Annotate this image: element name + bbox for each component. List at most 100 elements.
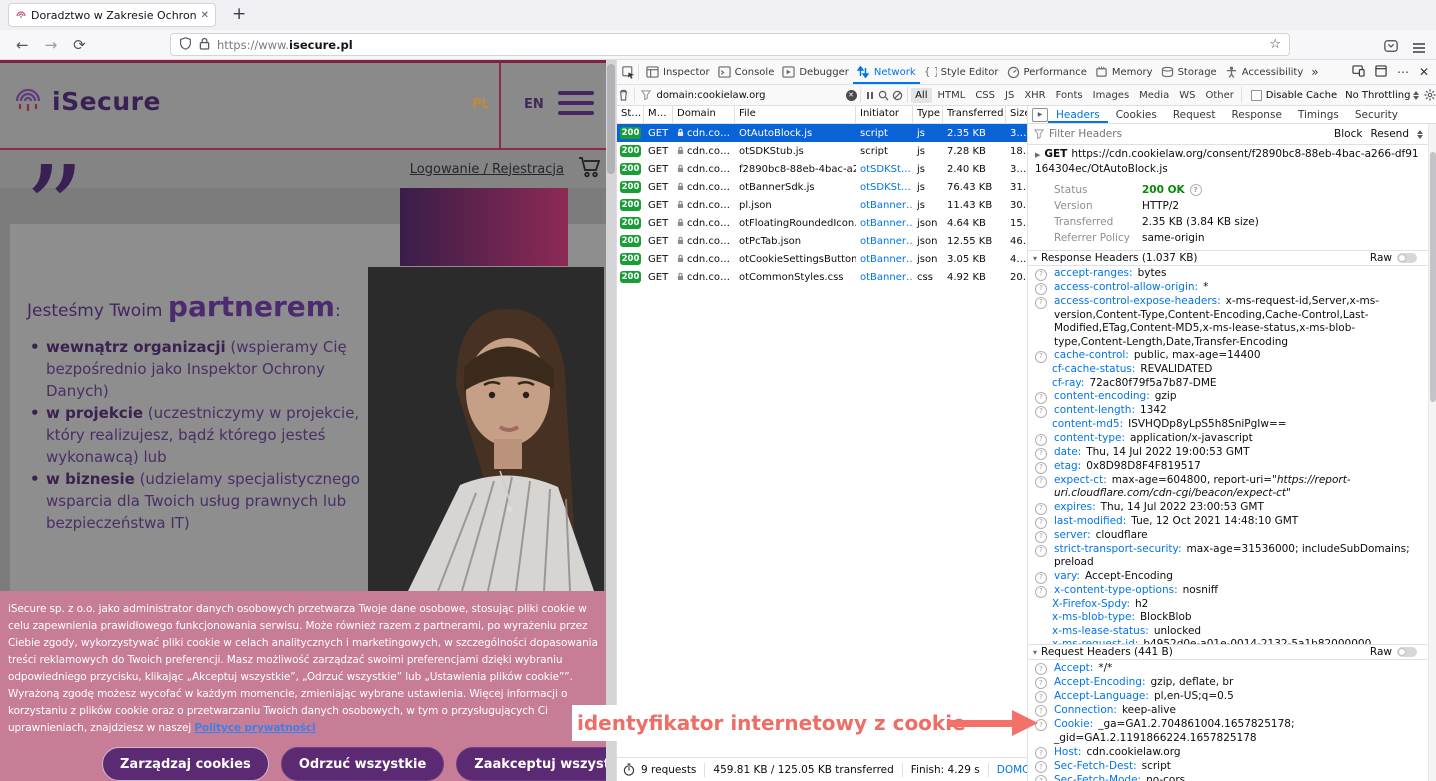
lock-icon[interactable] xyxy=(199,37,210,53)
initiator-text[interactable]: otBanner… xyxy=(860,254,913,265)
header-name[interactable]: strict-transport-security: xyxy=(1054,543,1182,555)
request-row[interactable]: 200GETcdn.co…otBannerSdk.jsotSDKSt…js76.… xyxy=(617,178,1027,196)
more-tabs-icon[interactable]: » xyxy=(1311,65,1318,79)
cookie-button-2[interactable]: Odrzuć wszystkie xyxy=(281,747,444,781)
initiator-text[interactable]: otSDKSt… xyxy=(860,182,911,193)
header-name[interactable]: cf-ray: xyxy=(1052,377,1084,389)
header-name[interactable]: x-ms-blob-type: xyxy=(1052,611,1135,623)
help-icon[interactable]: ? xyxy=(1035,406,1047,418)
header-name[interactable]: cache-control: xyxy=(1054,349,1129,361)
devtools-tab-storage[interactable]: Storage xyxy=(1157,60,1221,84)
type-filter-ws[interactable]: WS xyxy=(1175,88,1199,103)
devtools-tab-performance[interactable]: Performance xyxy=(1003,60,1091,84)
cookie-button-1[interactable]: Zarządzaj cookies xyxy=(102,747,269,781)
raw-toggle[interactable] xyxy=(1397,253,1417,263)
help-icon[interactable]: ? xyxy=(1035,677,1047,689)
back-button[interactable]: ← xyxy=(16,36,29,54)
type-filter-js[interactable]: JS xyxy=(1001,88,1018,103)
separate-window-icon[interactable] xyxy=(1375,65,1387,80)
help-icon[interactable]: ? xyxy=(1190,184,1202,196)
devtools-tab-debugger[interactable]: Debugger xyxy=(778,60,853,84)
type-filter-images[interactable]: Images xyxy=(1089,88,1134,103)
request-row[interactable]: 200GETcdn.co…otCookieSettingsButton.json… xyxy=(617,250,1027,268)
header-name[interactable]: content-encoding: xyxy=(1054,390,1150,402)
help-icon[interactable]: ? xyxy=(1035,269,1047,281)
header-name[interactable]: Accept-Language: xyxy=(1054,690,1149,702)
column-header-1[interactable]: M… xyxy=(644,106,673,123)
type-filter-media[interactable]: Media xyxy=(1135,88,1173,103)
block-button[interactable]: Block xyxy=(1334,128,1362,140)
header-name[interactable]: expires: xyxy=(1054,501,1096,513)
type-filter-all[interactable]: All xyxy=(911,88,931,103)
response-headers-section-header[interactable]: ▾ Response Headers (1.037 KB) Raw xyxy=(1028,250,1429,266)
collapse-icon[interactable]: ▾ xyxy=(1033,648,1037,657)
tab-close-icon[interactable]: ✕ xyxy=(201,10,209,21)
help-icon[interactable]: ? xyxy=(1035,476,1047,488)
help-icon[interactable]: ? xyxy=(1035,572,1047,584)
expand-request-icon[interactable]: ▶ xyxy=(1035,151,1040,159)
bookmark-star-icon[interactable]: ☆ xyxy=(1269,37,1281,52)
initiator-text[interactable]: otBanner… xyxy=(860,218,913,229)
devtools-tab-network[interactable]: Network xyxy=(853,60,920,84)
block-request-icon[interactable] xyxy=(891,90,905,101)
help-icon[interactable]: ? xyxy=(1035,586,1047,598)
header-name[interactable]: access-control-expose-headers: xyxy=(1054,295,1221,307)
detail-tab-timings[interactable]: Timings xyxy=(1290,106,1347,123)
column-header-6[interactable]: Transferred xyxy=(943,106,1006,123)
collapse-icon[interactable]: ▾ xyxy=(1033,254,1037,263)
header-name[interactable]: content-type: xyxy=(1054,432,1125,444)
detail-tab-cookies[interactable]: Cookies xyxy=(1108,106,1165,123)
clear-requests-icon[interactable] xyxy=(617,89,631,101)
request-row[interactable]: 200GETcdn.co…otCommonStyles.cssotBanner…… xyxy=(617,268,1027,286)
throttling-dropdown[interactable]: No Throttling xyxy=(1345,90,1419,101)
devtools-tab-console[interactable]: Console xyxy=(714,60,779,84)
shield-icon[interactable] xyxy=(179,37,192,53)
login-register-link[interactable]: Logowanie / Rejestracja xyxy=(410,162,564,177)
url-bar[interactable]: https://www.isecure.pl ☆ xyxy=(170,33,1290,56)
help-icon[interactable]: ? xyxy=(1035,775,1047,781)
initiator-text[interactable]: otSDKSt… xyxy=(860,164,911,175)
header-name[interactable]: x-content-type-options: xyxy=(1054,584,1178,596)
column-header-3[interactable]: File xyxy=(735,106,856,123)
help-icon[interactable]: ? xyxy=(1035,545,1047,557)
network-settings-gear-icon[interactable] xyxy=(1423,89,1436,101)
header-name[interactable]: Accept-Encoding: xyxy=(1054,676,1146,688)
initiator-text[interactable]: otBanner… xyxy=(860,236,913,247)
help-icon[interactable]: ? xyxy=(1035,691,1047,703)
detail-tab-security[interactable]: Security xyxy=(1347,106,1406,123)
header-name[interactable]: Host: xyxy=(1054,746,1081,758)
help-icon[interactable]: ? xyxy=(1035,517,1047,529)
devtools-tab-inspector[interactable]: Inspector xyxy=(642,60,714,84)
initiator-text[interactable]: otBanner… xyxy=(860,200,913,211)
header-name[interactable]: Sec-Fetch-Mode: xyxy=(1054,774,1141,781)
request-headers-section-header[interactable]: ▾ Request Headers (441 B) Raw xyxy=(1028,644,1429,660)
resend-button[interactable]: Resend xyxy=(1370,128,1409,140)
help-icon[interactable]: ? xyxy=(1035,747,1047,759)
header-name[interactable]: X-Firefox-Spdy: xyxy=(1052,598,1130,610)
lang-pl-button[interactable]: PL xyxy=(472,97,490,112)
help-icon[interactable]: ? xyxy=(1035,503,1047,515)
column-header-2[interactable]: Domain xyxy=(673,106,735,123)
header-name[interactable]: Connection: xyxy=(1054,704,1117,716)
site-menu-icon[interactable] xyxy=(558,91,594,115)
request-row[interactable]: 200GETcdn.co…otPcTab.jsonotBanner…json12… xyxy=(617,232,1027,250)
help-icon[interactable]: ? xyxy=(1035,663,1047,675)
type-filter-other[interactable]: Other xyxy=(1201,88,1237,103)
devtools-menu-icon[interactable]: ⋯ xyxy=(1397,65,1409,79)
pocket-icon[interactable] xyxy=(1384,38,1398,57)
type-filter-xhr[interactable]: XHR xyxy=(1020,88,1049,103)
help-icon[interactable]: ? xyxy=(1035,462,1047,474)
header-name[interactable]: expect-ct: xyxy=(1054,474,1107,486)
header-name[interactable]: Accept: xyxy=(1054,662,1093,674)
detail-tab-headers[interactable]: Headers xyxy=(1048,106,1108,123)
pause-traffic-icon[interactable] xyxy=(864,91,878,100)
search-icon[interactable] xyxy=(877,90,891,101)
devtools-tab-accessibility[interactable]: Accessibility xyxy=(1221,60,1308,84)
header-name[interactable]: etag: xyxy=(1054,460,1081,472)
help-icon[interactable]: ? xyxy=(1035,283,1047,295)
devtools-tab-memory[interactable]: Memory xyxy=(1091,60,1157,84)
type-filter-fonts[interactable]: Fonts xyxy=(1052,88,1087,103)
forward-button[interactable]: → xyxy=(45,36,58,54)
help-icon[interactable]: ? xyxy=(1035,434,1047,446)
help-icon[interactable]: ? xyxy=(1035,761,1047,773)
